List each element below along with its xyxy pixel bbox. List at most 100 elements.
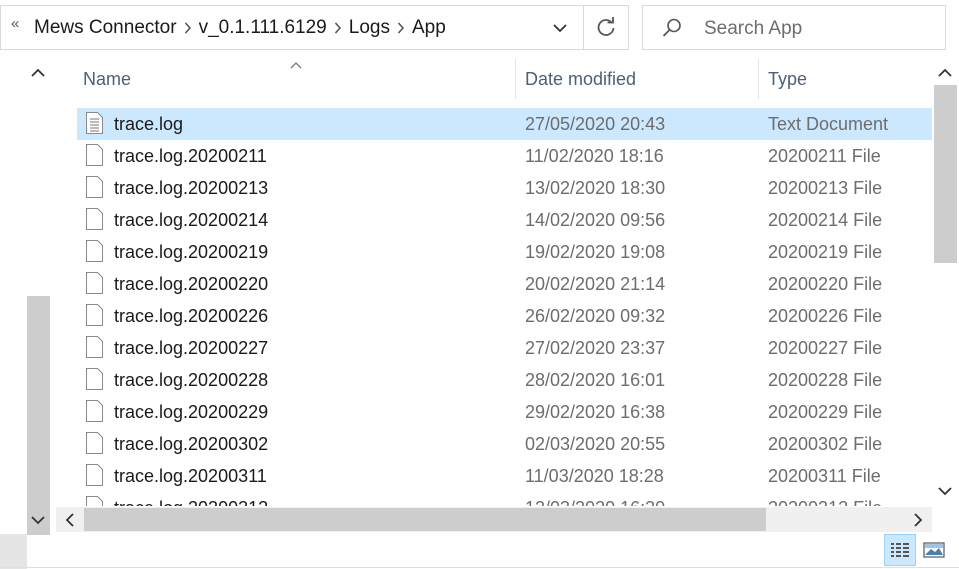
refresh-icon[interactable]: [591, 14, 621, 42]
file-date-modified: 12/03/2020 16:30: [525, 498, 665, 506]
breadcrumb: Mews Connector v_0.1.111.6129 Logs App: [34, 6, 446, 49]
file-date-modified: 27/05/2020 20:43: [525, 114, 666, 134]
file-list: trace.log 27/05/2020 20:43 Text Document tr…: [77, 108, 932, 506]
chevron-right-icon[interactable]: [390, 21, 412, 34]
file-type: Text Document: [768, 114, 889, 134]
file-row[interactable]: trace.log.20200213 13/02/2020 18:30 202002…: [77, 172, 932, 204]
file-name: trace.log.20200229: [114, 402, 269, 422]
details-view-icon[interactable]: [884, 534, 916, 566]
file-icon: [86, 208, 103, 230]
chevron-right-icon[interactable]: [177, 21, 199, 34]
breadcrumb-item-version[interactable]: v_0.1.111.6129: [199, 17, 327, 39]
file-icon: [86, 272, 103, 294]
file-date-modified: 14/02/2020 09:56: [525, 210, 666, 230]
file-type: 20200219 File: [768, 242, 883, 262]
file-row[interactable]: trace.log.20200311 11/03/2020 18:28 202003…: [77, 460, 932, 492]
file-name: trace.log.20200227: [114, 338, 269, 358]
file-type: 20200228 File: [768, 370, 883, 390]
file-name: trace.log.20200220: [114, 274, 269, 294]
file-name: trace.log.20200226: [114, 306, 269, 326]
file-type: 20200211 File: [768, 146, 881, 166]
file-row[interactable]: trace.log.20200227 27/02/2020 23:37 202002…: [77, 332, 932, 364]
file-date-modified: 11/02/2020 18:16: [525, 146, 664, 166]
file-date-modified: 02/03/2020 20:55: [525, 434, 666, 454]
scroll-up-icon[interactable]: [28, 63, 48, 83]
double-chevron-left-icon[interactable]: «: [11, 15, 19, 32]
file-row[interactable]: trace.log.20200302 02/03/2020 20:55 202003…: [77, 428, 932, 460]
file-name: trace.log.20200228: [114, 370, 269, 390]
breadcrumb-item-app[interactable]: App: [412, 17, 446, 39]
column-header-row: Name Date modified Type: [77, 57, 932, 101]
file-name: trace.log.20200213: [114, 178, 269, 198]
file-type: 20200220 File: [768, 274, 883, 294]
file-icon: [86, 464, 103, 486]
file-date-modified: 28/02/2020 16:01: [525, 370, 666, 390]
file-row[interactable]: trace.log.20200228 28/02/2020 16:01 202002…: [77, 364, 932, 396]
column-header-name[interactable]: Name: [83, 57, 131, 101]
file-row[interactable]: trace.log.20200214 14/02/2020 09:56 202002…: [77, 204, 932, 236]
scroll-down-icon[interactable]: [28, 510, 48, 530]
search-icon: [661, 17, 683, 39]
scroll-down-icon[interactable]: [935, 481, 955, 501]
file-row[interactable]: trace.log.20200211 11/02/2020 18:16 202002…: [77, 140, 932, 172]
file-icon: [86, 304, 103, 326]
file-type: 20200229 File: [768, 402, 883, 422]
file-date-modified: 13/02/2020 18:30: [525, 178, 666, 198]
search-input[interactable]: Search App: [704, 18, 802, 40]
file-date-modified: 19/02/2020 19:08: [525, 242, 666, 262]
text-document-icon: [86, 112, 103, 134]
navigation-selected-item[interactable]: [0, 534, 27, 569]
breadcrumb-item-logs[interactable]: Logs: [349, 17, 390, 39]
large-icons-view-icon[interactable]: [921, 537, 947, 563]
status-bar-divider: [0, 567, 959, 568]
chevron-down-icon[interactable]: [547, 18, 573, 38]
address-bar-divider: [583, 6, 584, 49]
search-box[interactable]: Search App: [642, 5, 946, 50]
scroll-up-icon[interactable]: [935, 63, 955, 83]
file-row[interactable]: trace.log.20200226 26/02/2020 09:32 202002…: [77, 300, 932, 332]
scroll-right-icon[interactable]: [908, 510, 928, 530]
file-type: 20200311 File: [768, 466, 881, 486]
file-date-modified: 26/02/2020 09:32: [525, 306, 666, 326]
horizontal-scroll-thumb[interactable]: [84, 508, 766, 531]
navigation-scroll-thumb[interactable]: [27, 296, 50, 535]
file-type: 20200213 File: [768, 178, 883, 198]
file-type: 20200226 File: [768, 306, 883, 326]
horizontal-scrollbar[interactable]: [56, 507, 932, 532]
file-icon: [86, 496, 103, 506]
file-row[interactable]: trace.log.20200219 19/02/2020 19:08 202002…: [77, 236, 932, 268]
column-header-type[interactable]: Type: [768, 57, 807, 101]
file-name: trace.log: [114, 114, 184, 134]
scroll-left-icon[interactable]: [60, 510, 80, 530]
navigation-pane[interactable]: [0, 55, 52, 569]
file-row[interactable]: trace.log.20200312 12/03/2020 16:30 202003…: [77, 492, 932, 506]
file-name: trace.log.20200302: [114, 434, 269, 454]
file-name: trace.log.20200219: [114, 242, 269, 262]
file-explorer-window: « Mews Connector v_0.1.111.6129 Logs App: [0, 0, 959, 569]
file-date-modified: 27/02/2020 23:37: [525, 338, 666, 358]
vertical-scrollbar[interactable]: [932, 57, 959, 507]
file-icon: [86, 400, 103, 422]
column-divider[interactable]: [515, 59, 516, 99]
file-name: trace.log.20200312: [114, 498, 268, 506]
file-name: trace.log.20200311: [114, 466, 267, 486]
file-icon: [86, 368, 103, 390]
file-type: 20200312 File: [768, 498, 882, 506]
file-icon: [86, 336, 103, 358]
file-type: 20200302 File: [768, 434, 883, 454]
file-date-modified: 20/02/2020 21:14: [525, 274, 666, 294]
file-icon: [86, 176, 103, 198]
file-row[interactable]: trace.log.20200229 29/02/2020 16:38 202002…: [77, 396, 932, 428]
column-divider[interactable]: [758, 59, 759, 99]
file-row[interactable]: trace.log.20200220 20/02/2020 21:14 202002…: [77, 268, 932, 300]
breadcrumb-item-mews-connector[interactable]: Mews Connector: [34, 17, 177, 39]
file-row[interactable]: trace.log 27/05/2020 20:43 Text Document: [77, 108, 932, 140]
vertical-scroll-thumb[interactable]: [934, 85, 957, 263]
chevron-right-icon[interactable]: [327, 21, 349, 34]
address-bar[interactable]: « Mews Connector v_0.1.111.6129 Logs App: [0, 5, 629, 50]
file-name: trace.log.20200214: [114, 210, 269, 230]
file-icon: [86, 240, 103, 262]
column-header-date-modified[interactable]: Date modified: [525, 57, 636, 101]
file-name: trace.log.20200211: [114, 146, 267, 166]
file-icon: [86, 144, 103, 166]
